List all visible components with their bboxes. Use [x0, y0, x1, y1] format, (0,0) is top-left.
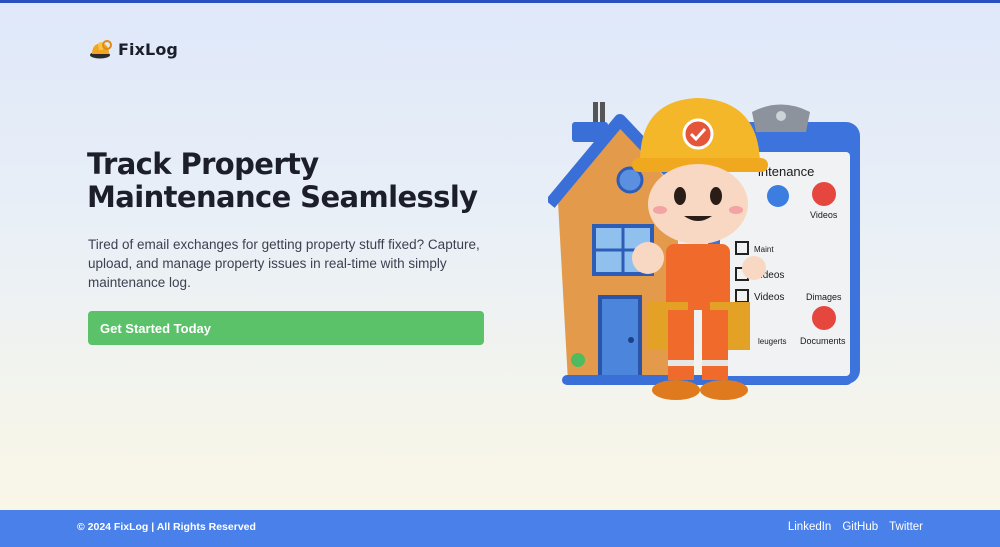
clipboard-row-documents: Documents: [800, 336, 846, 346]
clipboard-row-videos-2: Videos: [754, 292, 784, 303]
maintenance-worker-illustration: intenance Videos Maint Videos Videos Dim…: [548, 98, 860, 400]
copyright-text: © 2024 FixLog | All Rights Reserved: [77, 521, 256, 533]
hero-title: Track Property Maintenance Seamlessly: [87, 148, 507, 214]
footer-link-linkedin[interactable]: LinkedIn: [788, 521, 831, 533]
footer-link-github[interactable]: GitHub: [842, 521, 878, 533]
site-footer: © 2024 FixLog | All Rights Reserved Link…: [0, 510, 1000, 547]
clipboard-row-videos-top: Videos: [810, 210, 838, 220]
hero-title-line-2: Maintenance Seamlessly: [87, 180, 478, 214]
brand-name: FixLog: [118, 39, 178, 59]
clipboard-row-leugerts: leugerts: [758, 337, 786, 346]
footer-link-twitter[interactable]: Twitter: [889, 521, 923, 533]
get-started-button[interactable]: Get Started Today: [88, 311, 484, 345]
hardhat-wrench-icon: [90, 40, 112, 59]
clipboard-row-maint: Maint: [754, 245, 774, 254]
clipboard-row-dimages: Dimages: [806, 292, 842, 302]
hero-title-line-1: Track Property: [87, 147, 319, 181]
hero-description: Tired of email exchanges for getting pro…: [88, 237, 480, 290]
footer-social-links: LinkedIn GitHub Twitter: [788, 521, 923, 533]
brand-logo[interactable]: FixLog: [89, 38, 178, 60]
top-accent-line: [0, 0, 1000, 3]
